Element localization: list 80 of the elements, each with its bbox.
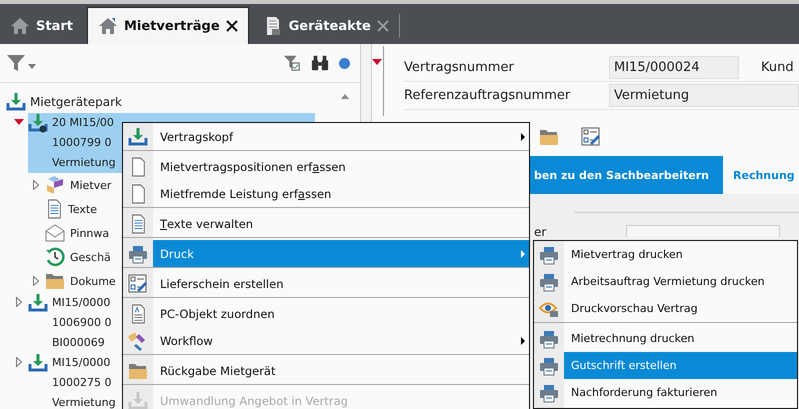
tree-item-text: Vermietung [52,155,116,171]
tree-item-text: Vermietung [52,395,116,409]
menu-item[interactable]: Mietvertragspositionen erfassen [123,150,529,180]
tab[interactable]: Start [0,8,83,44]
house-icon [98,16,118,36]
input-field[interactable]: Vermietung [609,84,799,107]
tree-item-text: 1006900 0 [52,315,112,331]
menu-item[interactable]: Vertragskopf [123,123,529,150]
history-icon [45,247,65,267]
tree-item[interactable]: Geschä [70,250,111,264]
tree-item[interactable]: Dokume [70,274,116,288]
submenu-arrow-icon [521,250,525,258]
input-field[interactable]: MI15/000024 [609,56,739,79]
tree-item-text: 20 MI15/00 [52,115,115,131]
status-dot-icon [339,58,350,68]
folder-icon [45,272,65,290]
tab[interactable]: ben zu den Sachbearbeitern [534,156,724,194]
envelope-icon [45,223,65,243]
filter-check-icon[interactable] [283,54,301,72]
checklist-icon [128,274,148,294]
caret-icon[interactable] [28,64,36,68]
folder-icon [128,362,148,380]
download-tray-icon [128,126,148,146]
tree-item[interactable]: Texte [68,202,98,216]
input-field[interactable] [626,225,780,237]
collapsed-arrow-icon[interactable] [32,180,40,190]
page-icon [129,184,147,204]
tab[interactable]: Mietverträge [86,7,249,44]
printer-icon [539,382,559,402]
tree-item[interactable]: MI15/0000 1000275 0 Vermietung [28,353,118,409]
close-icon[interactable] [226,20,238,32]
house-icon [10,16,30,36]
menu-item[interactable]: Rückgabe Mietgerät [123,354,529,384]
printer-icon [539,356,559,376]
field-label: er [534,225,546,239]
submenu-arrow-icon [521,336,525,344]
tree-item-text: MI15/0000 [52,295,112,311]
tree-item-text: 1000799 0 [52,135,112,151]
download-tray-icon [6,92,26,112]
folder-icon[interactable] [539,128,559,146]
document-icon [45,199,63,219]
cubes-icon [45,175,65,195]
menu-item[interactable]: Mietfremde Leistung erfassen [123,180,529,207]
filter-icon[interactable] [6,53,26,73]
document-icon [129,304,147,324]
menu-item[interactable]: Nachforderung fakturieren [534,379,797,406]
tree-item[interactable]: Mietver [70,178,112,192]
field-label: Referenzauftragsnummer [404,88,572,103]
menu-item[interactable]: Mietvertrag drucken [534,241,797,268]
printer-icon [539,328,559,348]
tree-item[interactable]: Pinnwa [70,226,110,240]
tree-item-text: 1000275 0 [52,375,112,391]
submenu-arrow-icon [521,132,525,140]
tree-item-text: MI15/0000 [52,355,112,371]
menu-item[interactable]: PC-Objekt zuordnen [123,297,529,327]
binoculars-icon[interactable] [311,54,329,72]
collapsed-arrow-icon[interactable] [32,276,40,286]
tree-item[interactable]: MI15/0000 1006900 0 BI000069 [28,293,114,353]
workflow-icon [128,330,148,350]
menu-item[interactable]: Workflow [123,327,529,354]
printer-icon [128,244,148,264]
field-label: Vertragsnummer [404,60,515,75]
printer-icon [539,244,559,264]
page-icon [129,156,147,176]
menu-item[interactable]: Texte verwalten [123,207,529,237]
menu-item[interactable]: Lieferschein erstellen [123,267,529,297]
checklist-icon[interactable] [581,127,601,147]
download-tray-icon [28,353,48,373]
download-tray-icon [128,390,148,409]
download-tray-icon [28,113,48,133]
menu-item[interactable]: Druckvorschau Vertrag [534,295,797,322]
printer-icon [539,272,559,292]
tree-item-text: BI000069 [52,335,106,351]
tab[interactable]: Geräteakte [252,8,399,44]
field-label: Kund [761,60,794,75]
tab[interactable]: Rechnung [723,156,799,194]
document-icon [129,214,147,234]
download-tray-icon [28,293,48,313]
menu-item[interactable]: Arbeitsauftrag Vermietung drucken [534,268,797,295]
tree-item[interactable]: Mietgerätepark [30,95,122,109]
